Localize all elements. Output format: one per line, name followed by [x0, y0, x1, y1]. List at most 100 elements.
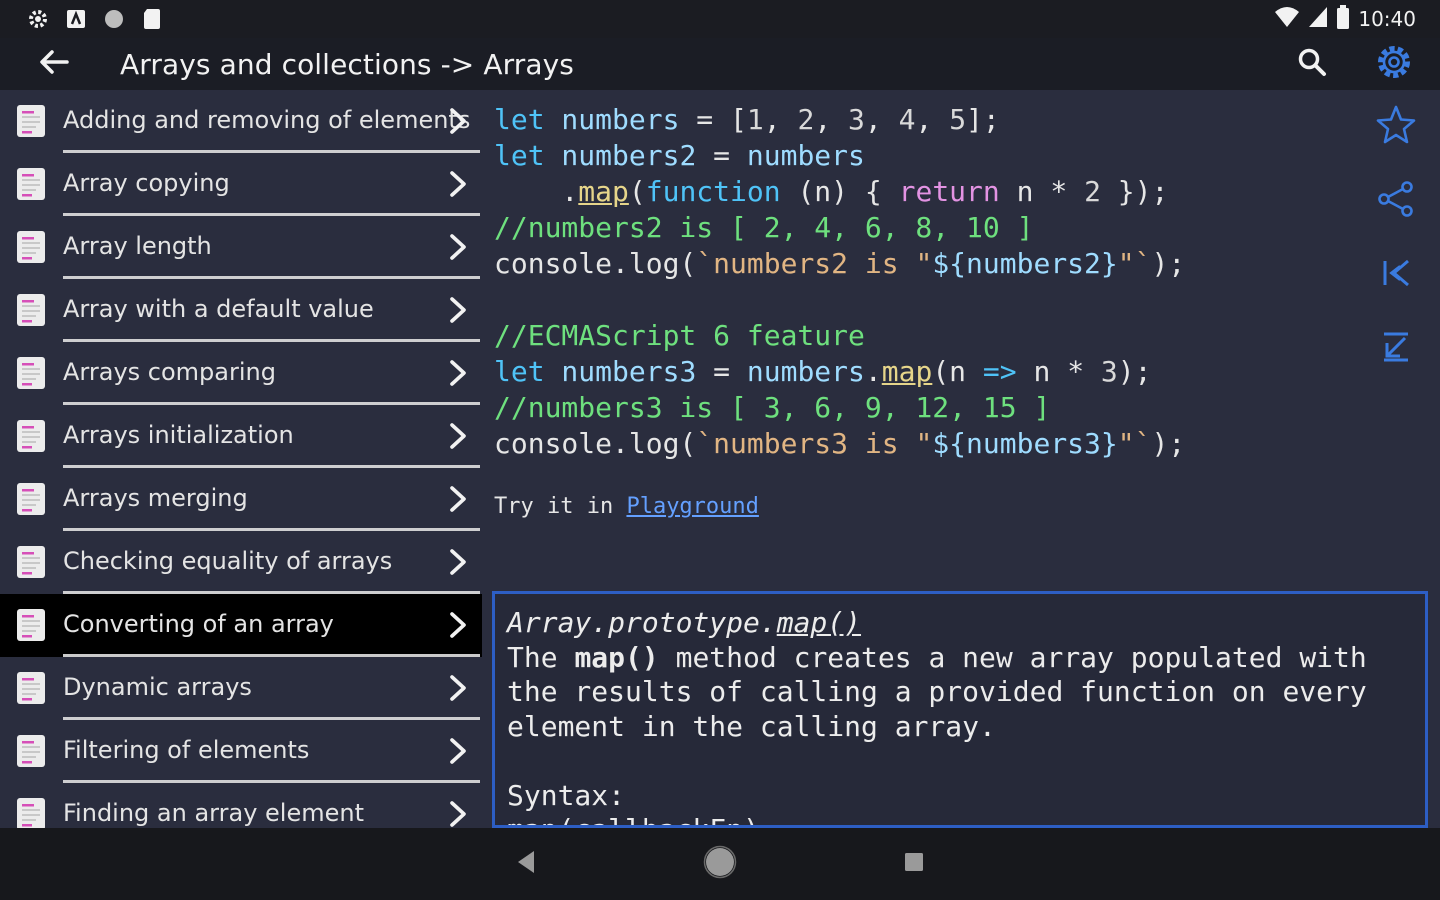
- document-icon: [16, 104, 46, 138]
- favorite-button[interactable]: [1372, 104, 1420, 150]
- chevron-right-icon: [446, 673, 470, 703]
- nav-back-button[interactable]: [504, 842, 548, 886]
- code-token: = [: [696, 103, 747, 136]
- share-button[interactable]: [1372, 178, 1420, 224]
- code-token: );: [1151, 247, 1186, 280]
- search-button[interactable]: [1288, 40, 1336, 88]
- sidebar-item-label: Arrays initialization: [63, 421, 294, 449]
- document-icon: [16, 734, 46, 768]
- sidebar-item[interactable]: Arrays initialization: [0, 405, 482, 468]
- chevron-right-icon: [446, 358, 470, 388]
- nav-recents-button[interactable]: [892, 842, 936, 886]
- document-icon: [16, 293, 46, 327]
- code-token: numbers: [544, 103, 697, 136]
- code-token: let: [494, 103, 545, 136]
- code-line: console.log(`numbers3 is "${numbers3}"`)…: [494, 426, 1364, 462]
- sidebar-item-label: Arrays merging: [63, 484, 248, 512]
- code-token: 4: [898, 103, 916, 136]
- code-token: .: [864, 355, 882, 388]
- sidebar-item-label: Array copying: [63, 169, 230, 197]
- doc-line-2: the results of calling a provided functi…: [507, 675, 1367, 708]
- battery-icon: [1336, 4, 1350, 34]
- code-token: //numbers3 is [ 3, 6, 9, 12, 15 ]: [494, 391, 1051, 424]
- document-icon: [16, 608, 46, 642]
- code-token: numbers: [746, 355, 865, 388]
- share-icon: [1376, 179, 1416, 223]
- sidebar-item[interactable]: Dynamic arrays: [0, 657, 482, 720]
- topic-list: Adding and removing of elements Array cop…: [0, 90, 482, 828]
- sidebar-item[interactable]: Array with a default value: [0, 279, 482, 342]
- code-token: ];: [966, 103, 1000, 136]
- sidebar-item[interactable]: Array length: [0, 216, 482, 279]
- code-token: 3: [1100, 355, 1118, 388]
- sidebar-item-label: Filtering of elements: [63, 736, 310, 764]
- code-token: function: [645, 175, 781, 208]
- code-token: 3: [848, 103, 865, 136]
- code-token: ${numbers3}: [932, 427, 1118, 460]
- sidebar-item[interactable]: Converting of an array: [0, 594, 482, 657]
- sidebar-item-label: Converting of an array: [63, 610, 334, 638]
- collapse-button[interactable]: [1372, 326, 1420, 372]
- doc-line-1b: map(): [574, 640, 659, 674]
- chevron-right-icon: [446, 610, 470, 640]
- collapse-icon: [1378, 329, 1414, 369]
- code-token: map: [881, 355, 933, 388]
- code-token: console.log(: [494, 427, 697, 460]
- signal-icon: [1308, 6, 1328, 33]
- sidebar-item-label: Array length: [63, 232, 212, 260]
- code-token: (n: [932, 355, 983, 388]
- code-token: numbers2: [544, 139, 714, 172]
- code-token: });: [1100, 175, 1169, 208]
- gear-icon: [1374, 42, 1414, 86]
- document-icon: [16, 797, 46, 828]
- code-token: (n) {: [780, 175, 899, 208]
- code-token: numbers3: [544, 355, 714, 388]
- sidebar-item-label: Checking equality of arrays: [63, 547, 393, 575]
- sidebar-item-label: Array with a default value: [63, 295, 374, 323]
- doc-title-fn: map(): [776, 606, 862, 639]
- chevron-right-icon: [446, 295, 470, 325]
- arrow-left-icon: [39, 49, 69, 79]
- doc-line-1a: The: [507, 640, 575, 674]
- document-icon: [16, 356, 46, 390]
- app-bar: Arrays and collections -> Arrays: [0, 38, 1440, 90]
- code-token: "`: [1117, 427, 1152, 460]
- sidebar-item-label: Arrays comparing: [63, 358, 276, 386]
- sidebar-item[interactable]: Adding and removing of elements: [0, 90, 482, 153]
- code-token: =: [713, 355, 747, 388]
- sidebar-item[interactable]: Array copying: [0, 153, 482, 216]
- code-token: return: [898, 175, 1000, 208]
- nav-home-button[interactable]: [698, 842, 742, 886]
- doc-line-1: The map() method creates a new array pop…: [507, 641, 1413, 676]
- sidebar-item[interactable]: Arrays merging: [0, 468, 482, 531]
- code-token: ,: [814, 103, 849, 136]
- sidebar-item[interactable]: Checking equality of arrays: [0, 531, 482, 594]
- code-line: let numbers = [1, 2, 3, 4, 5];: [494, 102, 1364, 138]
- playground-link[interactable]: Playground: [626, 494, 758, 519]
- code-token: ${numbers2}: [932, 247, 1118, 280]
- settings-button[interactable]: [1370, 40, 1418, 88]
- code-token: ,: [864, 103, 899, 136]
- sidebar-item[interactable]: Arrays comparing: [0, 342, 482, 405]
- code-line: //ECMAScript 6 feature: [494, 318, 1364, 354]
- search-icon: [1297, 47, 1327, 81]
- back-button[interactable]: [26, 38, 82, 90]
- sidebar-item[interactable]: Finding an array element: [0, 783, 482, 828]
- status-bar: 10:40: [0, 0, 1440, 38]
- code-token: .: [494, 175, 579, 208]
- code-line: //numbers3 is [ 3, 6, 9, 12, 15 ]: [494, 390, 1364, 426]
- code-token: ,: [915, 103, 950, 136]
- document-icon: [16, 167, 46, 201]
- document-icon: [16, 419, 46, 453]
- document-icon: [16, 671, 46, 705]
- sidebar-item[interactable]: Filtering of elements: [0, 720, 482, 783]
- sidebar-item-label: Finding an array element: [63, 799, 364, 827]
- code-token: map: [578, 175, 629, 208]
- try-it-prefix: Try it in: [494, 494, 627, 519]
- code-token: //ECMAScript 6 feature: [494, 319, 865, 352]
- doc-line-1c: method creates a new array populated wit…: [658, 640, 1367, 674]
- first-page-button[interactable]: [1372, 252, 1420, 298]
- documentation-panel[interactable]: Array.prototype.map() The map() method c…: [492, 591, 1428, 828]
- code-token: n *: [999, 175, 1085, 208]
